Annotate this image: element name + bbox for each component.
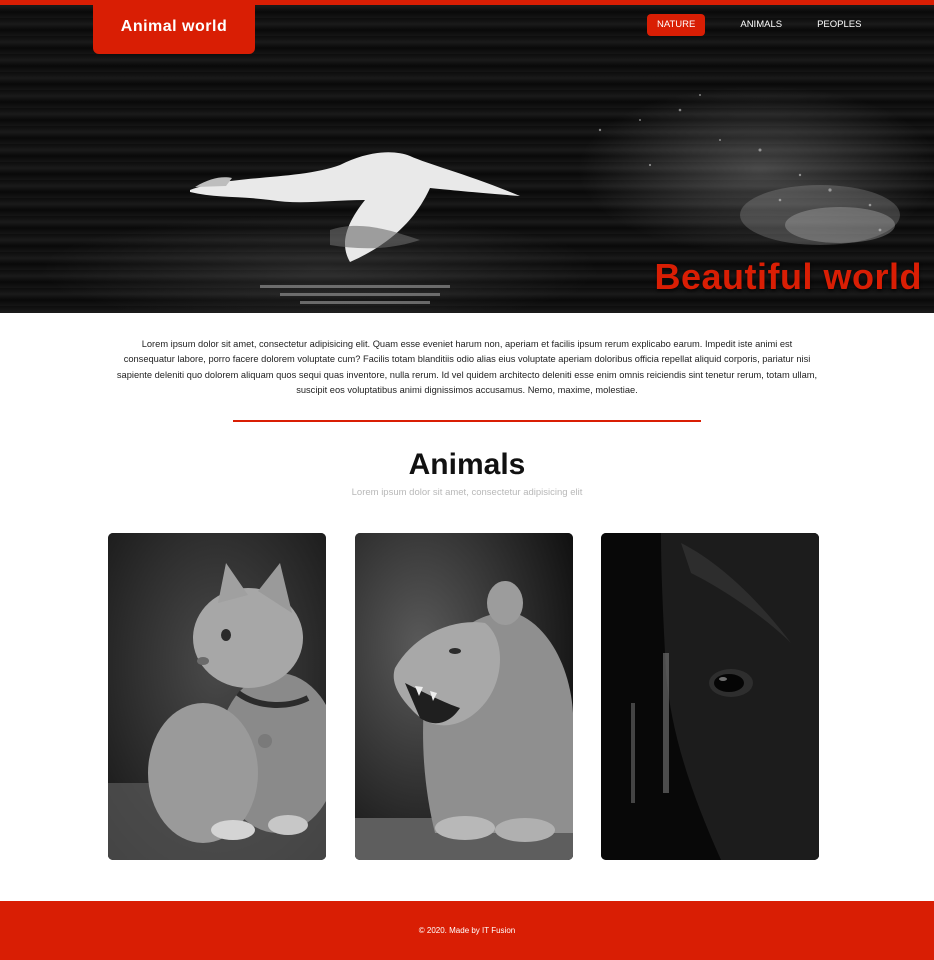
intro-paragraph: Lorem ipsum dolor sit amet, consectetur … — [116, 339, 818, 396]
animal-card-horse[interactable] — [601, 533, 819, 860]
nav-item-peoples[interactable]: PEOPLES — [807, 14, 871, 36]
nav-item-nature[interactable]: NATURE — [647, 14, 706, 36]
animals-title: Animals — [408, 448, 526, 481]
nav-item-animals[interactable]: ANIMALS — [730, 14, 792, 36]
section-divider — [233, 420, 701, 422]
kitten-photo — [108, 533, 326, 860]
main-nav: NATURE ANIMALS PEOPLES — [647, 14, 871, 36]
animal-card-kitten[interactable] — [108, 533, 326, 860]
lioness-photo — [355, 533, 573, 860]
animals-subtitle: Lorem ipsum dolor sit amet, consectetur … — [351, 487, 583, 498]
animal-card-lioness[interactable] — [355, 533, 573, 860]
site-footer: © 2020. Made by IT Fusion — [0, 901, 934, 960]
hero-headline: Beautiful world — [654, 256, 922, 297]
horse-photo — [601, 533, 819, 860]
footer-credit: © 2020. Made by IT Fusion — [418, 926, 516, 935]
site-logo[interactable]: Animal world — [93, 0, 255, 54]
